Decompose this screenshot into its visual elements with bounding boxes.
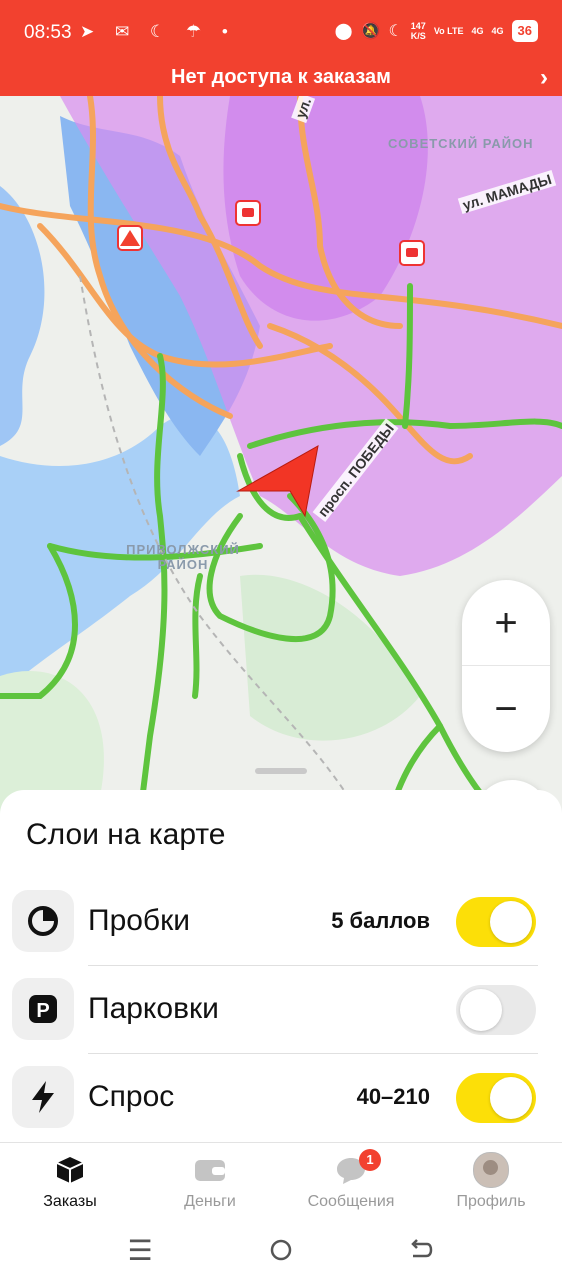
- no-orders-banner[interactable]: Нет доступа к заказам ›: [0, 62, 562, 96]
- map-view[interactable]: СОВЕТСКИЙ РАЙОН ПРИВОЛЖСКИЙ РАЙОН ул. МА…: [0, 96, 562, 816]
- location-icon: ⬤: [334, 23, 353, 40]
- tab-profile[interactable]: Профиль: [421, 1152, 561, 1211]
- chat-icon: 1: [281, 1149, 421, 1187]
- layer-label: Пробки: [88, 904, 190, 937]
- bottom-tab-bar: Заказы Деньги 1 Сообщения Профиль: [0, 1142, 562, 1219]
- unread-badge: 1: [359, 1149, 381, 1171]
- tab-orders[interactable]: Заказы: [0, 1153, 140, 1211]
- zoom-in-button[interactable]: +: [462, 580, 550, 666]
- banner-text: Нет доступа к заказам: [171, 66, 391, 88]
- district-label-privolzhsky: ПРИВОЛЖСКИЙ РАЙОН: [126, 542, 240, 572]
- tab-label: Сообщения: [307, 1193, 395, 1210]
- back-arrow-icon[interactable]: [400, 1230, 440, 1270]
- parking-icon: P: [12, 978, 74, 1040]
- sheet-title: Слои на карте: [26, 818, 226, 851]
- accident-icon: [399, 240, 425, 266]
- recents-menu-icon[interactable]: ☰: [120, 1230, 160, 1270]
- roadworks-icon: [117, 225, 143, 251]
- layer-value: 40–210: [356, 1084, 430, 1109]
- layer-row-parking[interactable]: P Парковки: [12, 966, 538, 1054]
- layer-row-demand[interactable]: Спрос 40–210: [12, 1054, 538, 1142]
- layer-row-traffic[interactable]: Пробки 5 баллов: [12, 878, 538, 966]
- sheet-drag-handle[interactable]: [255, 768, 307, 774]
- signal-1: 4G: [471, 26, 484, 36]
- lightning-icon: [12, 1066, 74, 1128]
- network-speed: 147 K/S: [410, 21, 426, 41]
- home-circle-icon[interactable]: [261, 1230, 301, 1270]
- tab-messages[interactable]: 1 Сообщения: [281, 1149, 421, 1211]
- status-time: 08:53: [24, 22, 72, 43]
- traffic-icon: [12, 890, 74, 952]
- system-nav-bar: ☰: [0, 1218, 562, 1280]
- zoom-control: + −: [462, 580, 550, 752]
- notification-icons: ➤ ✉ ☾ ☂ •: [80, 22, 236, 41]
- chevron-right-icon: ›: [540, 64, 548, 91]
- zoom-out-button[interactable]: −: [462, 666, 550, 752]
- svg-text:P: P: [36, 1000, 49, 1022]
- status-right: ⬤ 🔕 ☾ 147 K/S Vo LTE 4G 4G 36: [335, 20, 538, 42]
- traffic-toggle[interactable]: [456, 897, 536, 947]
- mute-icon: 🔕: [360, 23, 381, 40]
- wallet-icon: [140, 1153, 280, 1187]
- signal-2: 4G: [491, 26, 504, 36]
- tab-label: Заказы: [43, 1193, 97, 1210]
- layer-label: Парковки: [88, 992, 219, 1025]
- demand-toggle[interactable]: [456, 1073, 536, 1123]
- district-label-sovetsky: СОВЕТСКИЙ РАЙОН: [388, 136, 534, 151]
- toggle-knob: [460, 989, 502, 1031]
- volte-indicator: Vo LTE: [433, 26, 464, 36]
- toggle-knob: [490, 901, 532, 943]
- accident-icon: [235, 200, 261, 226]
- toggle-knob: [490, 1077, 532, 1119]
- tab-label: Профиль: [456, 1193, 526, 1210]
- status-bar: 08:53 ➤ ✉ ☾ ☂ • ⬤ 🔕 ☾ 147 K/S Vo LTE 4G 4…: [0, 0, 562, 62]
- layer-label: Спрос: [88, 1080, 175, 1113]
- avatar: [473, 1152, 509, 1188]
- layer-value: 5 баллов: [331, 908, 430, 933]
- moon-icon: ☾: [388, 23, 403, 40]
- map-layers-sheet: Слои на карте Пробки 5 баллов P Парковки…: [0, 768, 562, 1142]
- tab-label: Деньги: [184, 1193, 236, 1210]
- parking-toggle[interactable]: [456, 985, 536, 1035]
- tab-money[interactable]: Деньги: [140, 1153, 280, 1211]
- box-icon: [0, 1153, 140, 1187]
- battery-indicator: 36: [511, 20, 538, 42]
